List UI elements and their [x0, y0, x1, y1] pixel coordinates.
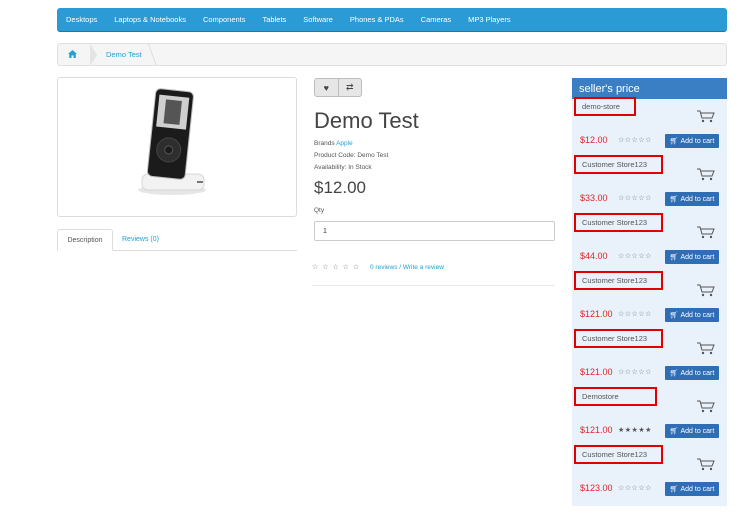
add-to-cart-button[interactable]: 🛒︎ Add to cart	[665, 366, 719, 380]
qty-label: Qty	[314, 207, 325, 214]
tab-description[interactable]: Description	[57, 229, 113, 251]
tab-reviews[interactable]: Reviews (0)	[122, 236, 159, 243]
cart-icon[interactable]	[696, 109, 716, 123]
seller-name[interactable]: Demostore	[574, 387, 657, 406]
divider	[312, 285, 555, 286]
ipod-image	[138, 88, 206, 195]
menu-laptops[interactable]: Laptops & Notebooks	[114, 15, 186, 24]
cart-small-icon: 🛒︎	[669, 428, 679, 435]
cart-icon[interactable]	[696, 283, 716, 297]
brand-link[interactable]: Apple	[336, 140, 353, 147]
seller-panel-title: seller's price	[572, 78, 727, 99]
add-to-cart-button[interactable]: 🛒︎ Add to cart	[665, 250, 719, 264]
add-to-cart-button[interactable]: 🛒︎ Add to cart	[665, 424, 719, 438]
cart-small-icon: 🛒︎	[669, 254, 679, 261]
seller-rating-stars: ★★★★★	[618, 427, 652, 434]
seller-rating-stars: ☆☆☆☆☆	[618, 137, 652, 144]
menu-desktops[interactable]: Desktops	[66, 15, 97, 24]
seller-row: Demostore $121.00 ★★★★★ 🛒︎ Add to cart	[572, 387, 730, 445]
breadcrumb-current[interactable]: Demo Test	[106, 50, 142, 59]
brand-label: Brands	[314, 140, 335, 147]
seller-price: $121.00	[580, 309, 613, 319]
seller-name[interactable]: Customer Store123	[574, 155, 663, 174]
action-buttons: ♥ ⇄	[314, 78, 362, 97]
add-to-cart-button[interactable]: 🛒︎ Add to cart	[665, 482, 719, 496]
menu-phones[interactable]: Phones & PDAs	[350, 15, 404, 24]
cart-icon[interactable]	[696, 399, 716, 413]
seller-row: Customer Store123 $121.00 ☆☆☆☆☆ 🛒︎ Add t…	[572, 271, 730, 329]
add-to-cart-button[interactable]: 🛒︎ Add to cart	[665, 134, 719, 148]
cart-icon[interactable]	[696, 341, 716, 355]
seller-name[interactable]: Customer Store123	[574, 213, 663, 232]
qty-input[interactable]: 1	[314, 221, 555, 241]
seller-row: Customer Store123 $33.00 ☆☆☆☆☆ 🛒︎ Add to…	[572, 155, 730, 213]
compare-button[interactable]: ⇄	[338, 78, 362, 97]
product-image[interactable]	[57, 77, 297, 217]
breadcrumb-separator	[147, 43, 165, 66]
seller-rating-stars: ☆☆☆☆☆	[618, 253, 652, 260]
seller-name[interactable]: Customer Store123	[574, 445, 663, 464]
seller-row: Customer Store123 $121.00 ☆☆☆☆☆ 🛒︎ Add t…	[572, 329, 730, 387]
exchange-icon: ⇄	[345, 82, 354, 92]
seller-price: $121.00	[580, 367, 613, 377]
seller-price: $123.00	[580, 483, 613, 493]
seller-rating-stars: ☆☆☆☆☆	[618, 485, 652, 492]
breadcrumb-separator	[90, 43, 97, 66]
heart-icon: ♥	[323, 82, 329, 93]
wishlist-button[interactable]: ♥	[314, 78, 339, 97]
seller-row: Customer Store123 $44.00 ☆☆☆☆☆ 🛒︎ Add to…	[572, 213, 730, 271]
cart-small-icon: 🛒︎	[669, 312, 679, 319]
menu-software[interactable]: Software	[303, 15, 333, 24]
seller-name[interactable]: Customer Store123	[574, 329, 663, 348]
product-brand: Brands Apple	[314, 140, 353, 147]
breadcrumb: Demo Test	[57, 43, 727, 66]
top-menu: Desktops Laptops & Notebooks Components …	[57, 8, 727, 32]
menu-cameras[interactable]: Cameras	[421, 15, 451, 24]
seller-name[interactable]: Customer Store123	[574, 271, 663, 290]
home-icon[interactable]	[68, 49, 90, 60]
add-to-cart-button[interactable]: 🛒︎ Add to cart	[665, 308, 719, 322]
menu-components[interactable]: Components	[203, 15, 246, 24]
menu-mp3[interactable]: MP3 Players	[468, 15, 511, 24]
cart-small-icon: 🛒︎	[669, 486, 679, 493]
seller-name[interactable]: demo-store	[574, 97, 636, 116]
seller-price: $12.00	[580, 135, 608, 145]
seller-rating-stars: ☆☆☆☆☆	[618, 195, 652, 202]
cart-icon[interactable]	[696, 167, 716, 181]
seller-rating-stars: ☆☆☆☆☆	[618, 311, 652, 318]
cart-small-icon: 🛒︎	[669, 138, 679, 145]
cart-icon[interactable]	[696, 225, 716, 239]
cart-icon[interactable]	[696, 457, 716, 471]
cart-small-icon: 🛒︎	[669, 196, 679, 203]
seller-rating-stars: ☆☆☆☆☆	[618, 369, 652, 376]
product-title: Demo Test	[314, 108, 419, 133]
product-rating-stars: ☆ ☆ ☆ ☆ ☆	[312, 264, 361, 271]
product-price: $12.00	[314, 178, 366, 197]
menu-tablets[interactable]: Tablets	[263, 15, 287, 24]
seller-price: $121.00	[580, 425, 613, 435]
reviews-link[interactable]: 0 reviews / Write a review	[370, 264, 444, 271]
seller-row: demo-store $12.00 ☆☆☆☆☆ 🛒︎ Add to cart	[572, 97, 730, 155]
cart-small-icon: 🛒︎	[669, 370, 679, 377]
product-availability: Availability: In Stock	[314, 164, 372, 171]
product-code: Product Code: Demo Test	[314, 152, 389, 159]
add-to-cart-button[interactable]: 🛒︎ Add to cart	[665, 192, 719, 206]
seller-price: $33.00	[580, 193, 608, 203]
seller-row: Customer Store123 $123.00 ☆☆☆☆☆ 🛒︎ Add t…	[572, 445, 730, 503]
seller-price: $44.00	[580, 251, 608, 261]
